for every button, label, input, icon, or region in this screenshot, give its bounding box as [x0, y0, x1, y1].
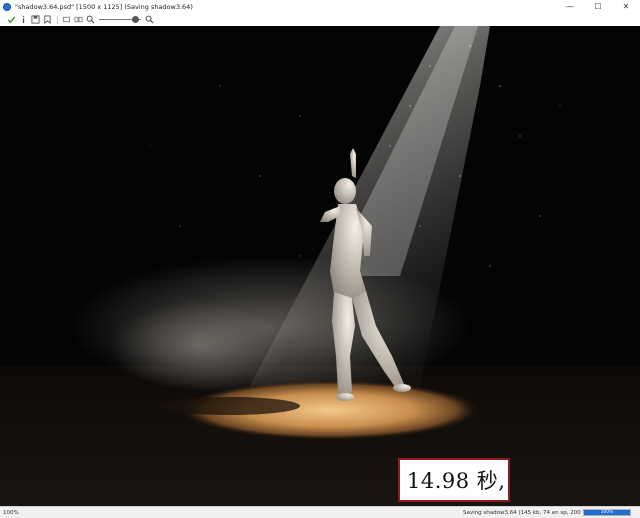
bookmark-icon[interactable]	[42, 15, 52, 25]
window-title: "shadow3.64.psd" [1500 x 1125] (Saving s…	[15, 2, 193, 11]
render-canvas[interactable]: 14.98 秒,	[0, 26, 640, 506]
save-icon[interactable]	[30, 15, 40, 25]
zoom-out-icon[interactable]	[85, 15, 95, 25]
render-timer-text: 14.98 秒,	[407, 469, 506, 493]
minimize-button[interactable]: —	[556, 0, 584, 13]
zoom-slider-thumb[interactable]	[132, 15, 139, 23]
check-icon[interactable]	[6, 15, 16, 25]
toolbar	[0, 13, 640, 26]
save-progress-label: 100%	[600, 510, 614, 515]
rendered-scene	[0, 26, 640, 506]
render-timer-overlay: 14.98 秒,	[398, 458, 510, 502]
app-icon	[3, 2, 11, 11]
status-zoom-level: 100%	[3, 510, 19, 516]
info-icon[interactable]	[18, 15, 28, 25]
status-saving-text: Saving shadow3.64 (145 kb, 74 en sp, 200…	[463, 510, 603, 516]
window-controls: — ☐ ✕	[556, 0, 640, 13]
status-bar: 100% Saving shadow3.64 (145 kb, 74 en sp…	[0, 506, 640, 518]
fit-icon[interactable]	[61, 15, 71, 25]
title-bar: "shadow3.64.psd" [1500 x 1125] (Saving s…	[0, 0, 640, 13]
maximize-button[interactable]: ☐	[584, 0, 612, 13]
toolbar-divider	[57, 15, 58, 24]
close-button[interactable]: ✕	[612, 0, 640, 13]
zoom-slider[interactable]	[99, 15, 141, 25]
save-progress-bar: 100%	[583, 509, 631, 516]
compare-icon[interactable]	[73, 15, 83, 25]
zoom-in-icon[interactable]	[144, 15, 154, 25]
